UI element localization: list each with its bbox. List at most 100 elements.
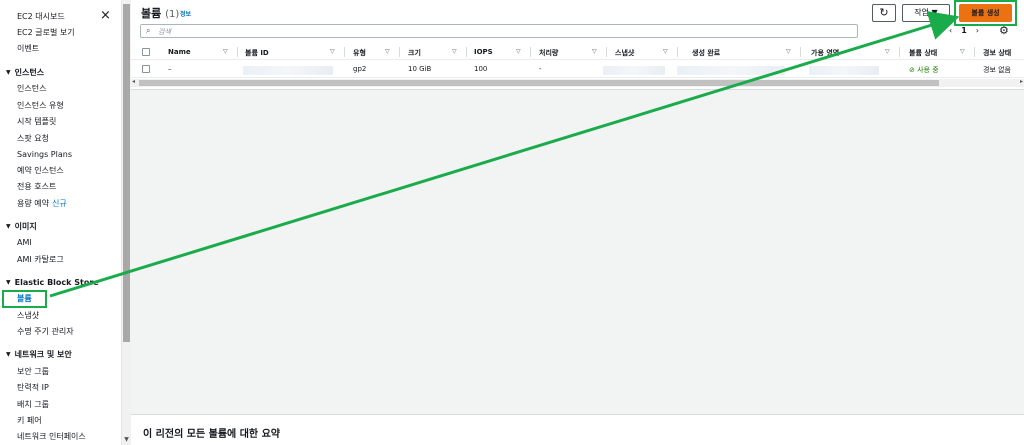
gear-icon[interactable]: ⚙ bbox=[999, 24, 1009, 37]
horizontal-scrollbar[interactable]: ◂ ▸ bbox=[131, 78, 1024, 87]
column-divider bbox=[344, 47, 345, 57]
search-placeholder: 검색 bbox=[158, 28, 171, 36]
sort-icon[interactable]: ▽ bbox=[960, 48, 965, 55]
sidebar-item-lifecycle-manager[interactable]: 수명 주기 관리자 bbox=[17, 327, 74, 337]
summary-panel: 이 리전의 모든 볼륨에 대한 요약 bbox=[131, 414, 1024, 445]
sidebar-item-network-interfaces[interactable]: 네트워크 인터페이스 bbox=[17, 432, 86, 442]
cell-name: – bbox=[168, 65, 172, 73]
sort-icon[interactable]: ▽ bbox=[516, 48, 521, 55]
sidebar-item-placement-groups[interactable]: 배치 그룹 bbox=[17, 400, 49, 410]
new-badge: 신규 bbox=[51, 199, 67, 208]
app-window: × EC2 대시보드 EC2 글로벌 보기 이벤트 ▼ 인스턴스 인스턴스 인스턴… bbox=[0, 0, 1024, 445]
select-all-checkbox[interactable] bbox=[142, 48, 150, 56]
column-divider bbox=[237, 47, 238, 57]
chevron-right-icon[interactable]: › bbox=[976, 26, 979, 35]
sidebar-item-savings-plans[interactable]: Savings Plans bbox=[17, 150, 72, 160]
column-divider bbox=[399, 47, 400, 57]
search-input[interactable]: ⌕ 검색 bbox=[140, 24, 858, 38]
sidebar-item-security-groups[interactable]: 보안 그룹 bbox=[17, 367, 49, 377]
cell-throughput: - bbox=[539, 65, 542, 73]
column-divider bbox=[677, 47, 678, 57]
sidebar-item-instance-types[interactable]: 인스턴스 유형 bbox=[17, 101, 64, 111]
column-header-alarm-status[interactable]: 경보 상태 bbox=[983, 48, 1011, 58]
column-header-volume-status[interactable]: 볼륨 상태 bbox=[909, 48, 937, 58]
row-checkbox[interactable] bbox=[142, 65, 150, 73]
table-row[interactable]: – gp2 10 GiB 100 - ⊘ 사용 중 경보 없음 bbox=[131, 62, 1024, 78]
column-header-name[interactable]: Name bbox=[168, 48, 191, 56]
pagination: ‹ 1 › bbox=[949, 26, 988, 35]
cell-alarm-status: 경보 없음 bbox=[983, 66, 1011, 74]
column-header-iops[interactable]: IOPS bbox=[474, 48, 493, 56]
sidebar-item-ami-catalog[interactable]: AMI 카탈로그 bbox=[17, 255, 64, 265]
column-header-snapshot[interactable]: 스냅샷 bbox=[615, 48, 634, 58]
info-link[interactable]: 정보 bbox=[180, 9, 191, 18]
column-header-availability-zone[interactable]: 가용 영역 bbox=[811, 48, 839, 58]
scroll-right-icon[interactable]: ▸ bbox=[1020, 78, 1023, 85]
column-header-created[interactable]: 생성 완료 bbox=[692, 48, 720, 58]
sidebar-section-ebs[interactable]: ▼ Elastic Block Store bbox=[6, 278, 99, 288]
sort-icon[interactable]: ▽ bbox=[663, 48, 668, 55]
caret-down-icon: ▼ bbox=[6, 279, 11, 286]
cell-volume-id-redacted bbox=[243, 66, 333, 75]
column-divider bbox=[530, 47, 531, 57]
sidebar-scrollbar[interactable]: ▼ bbox=[122, 0, 131, 445]
sidebar-section-network-security[interactable]: ▼ 네트워크 및 보안 bbox=[6, 350, 72, 360]
sidebar-item-spot-requests[interactable]: 스팟 요청 bbox=[17, 134, 49, 144]
sidebar-item-events[interactable]: 이벤트 bbox=[17, 44, 39, 54]
sidebar-section-images[interactable]: ▼ 이미지 bbox=[6, 222, 37, 232]
sort-icon[interactable]: ▽ bbox=[452, 48, 457, 55]
sidebar-item-launch-templates[interactable]: 시작 템플릿 bbox=[17, 117, 56, 127]
highlight-box-create-volume bbox=[954, 0, 1017, 26]
caret-down-icon: ▼ bbox=[6, 223, 11, 230]
sidebar-item-instances[interactable]: 인스턴스 bbox=[17, 84, 46, 94]
sidebar-item-capacity-reservations[interactable]: 용량 예약 신규 bbox=[17, 199, 67, 209]
main-content: 볼륨 (1) 정보 ↻ 작업 ▼ 볼륨 생성 ⌕ 검색 ‹ 1 › ⚙ Name ▽… bbox=[131, 0, 1024, 445]
sidebar-item-ami[interactable]: AMI bbox=[17, 238, 32, 248]
refresh-button[interactable]: ↻ bbox=[872, 4, 896, 22]
volumes-panel: 볼륨 (1) 정보 ↻ 작업 ▼ 볼륨 생성 ⌕ 검색 ‹ 1 › ⚙ Name ▽… bbox=[131, 0, 1024, 90]
column-divider bbox=[899, 47, 900, 57]
column-divider bbox=[800, 47, 801, 57]
column-header-volume-id[interactable]: 볼륨 ID bbox=[245, 48, 269, 58]
cell-availability-zone-redacted bbox=[809, 66, 879, 75]
cell-size: 10 GiB bbox=[408, 65, 432, 73]
horizontal-scrollbar-thumb[interactable] bbox=[139, 80, 939, 86]
search-icon: ⌕ bbox=[146, 26, 151, 35]
sort-icon[interactable]: ▽ bbox=[786, 48, 791, 55]
sidebar: × EC2 대시보드 EC2 글로벌 보기 이벤트 ▼ 인스턴스 인스턴스 인스턴… bbox=[0, 0, 122, 445]
cell-created-redacted bbox=[677, 66, 785, 75]
sidebar-item-key-pairs[interactable]: 키 페어 bbox=[17, 416, 42, 426]
sort-icon[interactable]: ▽ bbox=[330, 48, 335, 55]
caret-down-icon: ▼ bbox=[6, 69, 11, 76]
column-header-size[interactable]: 크기 bbox=[408, 48, 421, 58]
sidebar-item-snapshots[interactable]: 스냅샷 bbox=[17, 311, 39, 321]
sidebar-item-reserved-instances[interactable]: 예약 인스턴스 bbox=[17, 166, 64, 176]
sidebar-section-instances[interactable]: ▼ 인스턴스 bbox=[6, 68, 44, 78]
cell-volume-status: ⊘ 사용 중 bbox=[909, 66, 939, 74]
column-header-type[interactable]: 유형 bbox=[353, 48, 366, 58]
sidebar-item-dedicated-hosts[interactable]: 전용 호스트 bbox=[17, 182, 56, 192]
scroll-down-icon[interactable]: ▼ bbox=[123, 436, 130, 443]
actions-dropdown[interactable]: 작업 ▼ bbox=[902, 4, 950, 22]
sort-icon[interactable]: ▽ bbox=[385, 48, 390, 55]
close-icon[interactable]: × bbox=[100, 9, 111, 22]
column-divider bbox=[974, 47, 975, 57]
summary-title: 이 리전의 모든 볼륨에 대한 요약 bbox=[143, 429, 281, 440]
cell-snapshot-redacted bbox=[603, 66, 665, 75]
chevron-left-icon[interactable]: ‹ bbox=[949, 26, 952, 35]
sort-icon[interactable]: ▽ bbox=[223, 48, 228, 55]
page-title: 볼륨 (1) bbox=[141, 7, 180, 20]
scroll-left-icon[interactable]: ◂ bbox=[132, 78, 135, 85]
sidebar-item-ec2-global-view[interactable]: EC2 글로벌 보기 bbox=[17, 28, 75, 38]
scrollbar-thumb[interactable] bbox=[123, 4, 130, 342]
refresh-icon: ↻ bbox=[879, 6, 889, 19]
sidebar-item-elastic-ips[interactable]: 탄력적 IP bbox=[17, 383, 49, 393]
sort-icon[interactable]: ▽ bbox=[885, 48, 890, 55]
check-circle-icon: ⊘ bbox=[909, 66, 915, 74]
caret-down-icon: ▼ bbox=[6, 351, 11, 358]
sidebar-item-ec2-dashboard[interactable]: EC2 대시보드 bbox=[17, 12, 65, 22]
page-number[interactable]: 1 bbox=[961, 26, 967, 35]
column-header-throughput[interactable]: 처리량 bbox=[539, 48, 558, 58]
sort-icon[interactable]: ▽ bbox=[592, 48, 597, 55]
column-divider bbox=[606, 47, 607, 57]
